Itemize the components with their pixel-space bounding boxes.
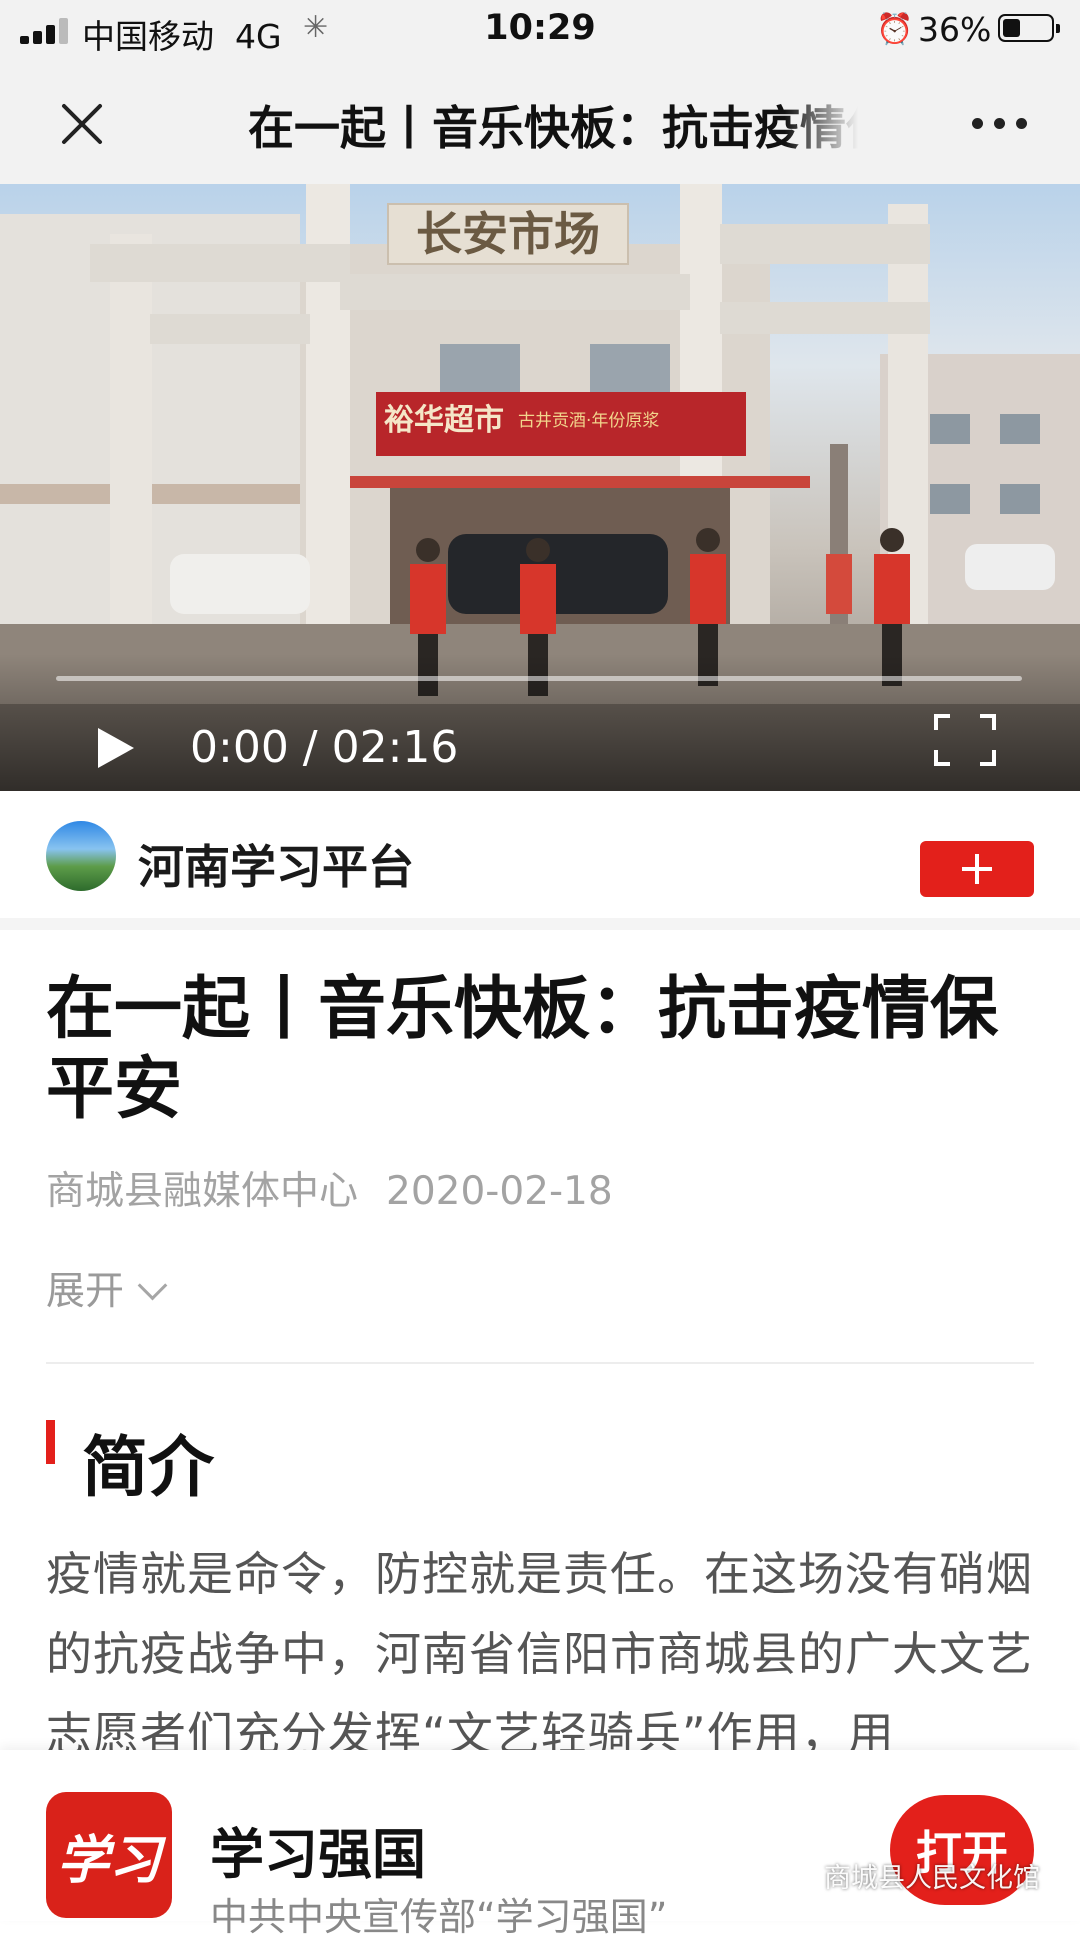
nav-bar: 在一起丨音乐快板：抗击疫情保平安: [0, 60, 1080, 184]
article-date: 2020-02-18: [386, 1169, 613, 1214]
article-title: 在一起丨音乐快板：抗击疫情保平安: [46, 970, 999, 1129]
store-sign-text: 裕华超市: [384, 403, 504, 438]
section-accent-bar: [46, 1420, 55, 1464]
video-player[interactable]: 长安市场 裕华超市 古井贡酒·年份原浆 0:00 / 02:16: [0, 184, 1080, 791]
more-options-icon[interactable]: [972, 118, 1028, 130]
article-meta: 商城县融媒体中心 2020-02-18: [46, 1160, 613, 1216]
article-summary: 疫情就是命令，防控就是责任。在这场没有硝烟的抗疫战争中，河南省信阳市商城县的广大…: [46, 1547, 1033, 1761]
play-icon[interactable]: [96, 726, 136, 770]
expand-toggle[interactable]: 展开: [46, 1260, 168, 1316]
battery-icon: [998, 14, 1060, 42]
app-download-banner: 学习 学习强国 中共中央宣传部“学习强国” 打开: [0, 1750, 1080, 1939]
app-name: 学习强国: [210, 1823, 426, 1886]
publisher-name[interactable]: 河南学习平台: [138, 831, 414, 897]
app-logo-text: 学习: [56, 1830, 161, 1891]
watermark-text: 商城县人民文化馆: [824, 1863, 1040, 1894]
store-sign-sub: 古井贡酒·年份原浆: [518, 411, 659, 431]
follow-button[interactable]: [920, 841, 1034, 897]
wechat-icon: [785, 1867, 817, 1891]
video-progress-bar[interactable]: [56, 676, 1022, 681]
divider: [0, 918, 1080, 930]
close-icon[interactable]: [56, 98, 108, 150]
expand-label: 展开: [46, 1269, 125, 1314]
chevron-down-icon: [137, 1270, 168, 1301]
video-frame: 长安市场 裕华超市 古井贡酒·年份原浆: [0, 184, 1080, 791]
nav-title: 在一起丨音乐快板：抗击疫情保平安: [248, 101, 858, 155]
publisher-avatar[interactable]: [46, 821, 116, 891]
divider: [46, 1362, 1034, 1364]
section-heading: 简介: [82, 1429, 214, 1506]
video-time: 0:00 / 02:16: [190, 722, 459, 773]
alarm-icon: ⏰: [876, 12, 914, 47]
app-description: 中共中央宣传部“学习强国”: [210, 1895, 668, 1939]
publisher-row: 河南学习平台: [0, 791, 1080, 918]
app-logo: 学习: [46, 1792, 172, 1918]
watermark: 商城县人民文化馆: [784, 1856, 1040, 1895]
article-source: 商城县融媒体中心: [46, 1169, 359, 1214]
arch-sign-text: 长安市场: [416, 207, 600, 261]
fullscreen-icon[interactable]: [934, 714, 996, 766]
battery-percent: 36%: [918, 10, 992, 49]
status-bar: 中国移动 4G ✳ 10:29 ⏰ 36%: [0, 0, 1080, 60]
